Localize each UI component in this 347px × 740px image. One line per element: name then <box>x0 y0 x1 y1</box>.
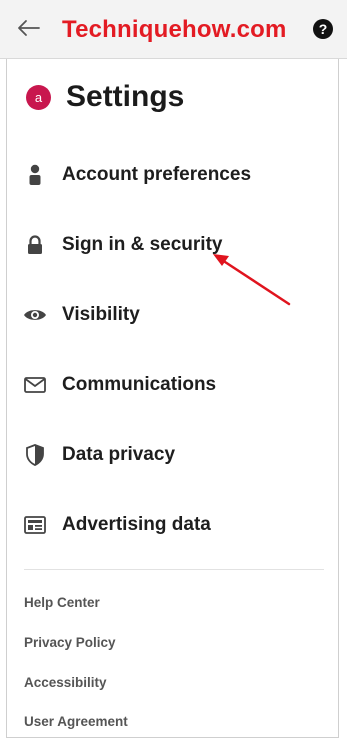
page-title: Settings <box>66 80 185 113</box>
eye-icon <box>22 302 48 328</box>
menu-item-data-privacy[interactable]: Data privacy <box>22 435 175 475</box>
menu-item-communications[interactable]: Communications <box>22 365 216 405</box>
avatar[interactable]: a <box>26 84 51 110</box>
back-button[interactable] <box>14 14 42 42</box>
menu-item-label: Account preferences <box>62 164 252 185</box>
menu-item-label: Visibility <box>62 304 140 325</box>
help-button[interactable]: ? <box>313 19 333 39</box>
person-icon <box>22 162 48 188</box>
back-arrow-icon <box>18 20 40 36</box>
ad-card-icon <box>22 512 48 538</box>
help-center-link[interactable]: Help Center <box>24 595 100 610</box>
menu-item-label: Advertising data <box>62 514 211 535</box>
lock-icon <box>22 232 48 258</box>
menu-item-label: Data privacy <box>62 444 176 465</box>
menu-item-account-preferences[interactable]: Account preferences <box>22 155 251 195</box>
menu-item-label: Communications <box>62 374 217 395</box>
shield-icon <box>22 442 48 468</box>
menu-item-visibility[interactable]: Visibility <box>22 295 140 335</box>
section-divider <box>24 569 324 570</box>
brand-watermark: Techniquehow.com <box>62 16 287 43</box>
envelope-icon <box>22 372 48 398</box>
accessibility-link[interactable]: Accessibility <box>24 675 107 690</box>
top-bar: Techniquehow.com ? <box>0 0 347 59</box>
user-agreement-link[interactable]: User Agreement <box>24 714 128 729</box>
privacy-policy-link[interactable]: Privacy Policy <box>24 635 116 650</box>
menu-item-advertising-data[interactable]: Advertising data <box>22 505 211 545</box>
menu-item-label: Sign in & security <box>62 234 223 255</box>
menu-item-sign-in-security[interactable]: Sign in & security <box>22 225 222 265</box>
settings-header: a Settings <box>26 80 184 114</box>
